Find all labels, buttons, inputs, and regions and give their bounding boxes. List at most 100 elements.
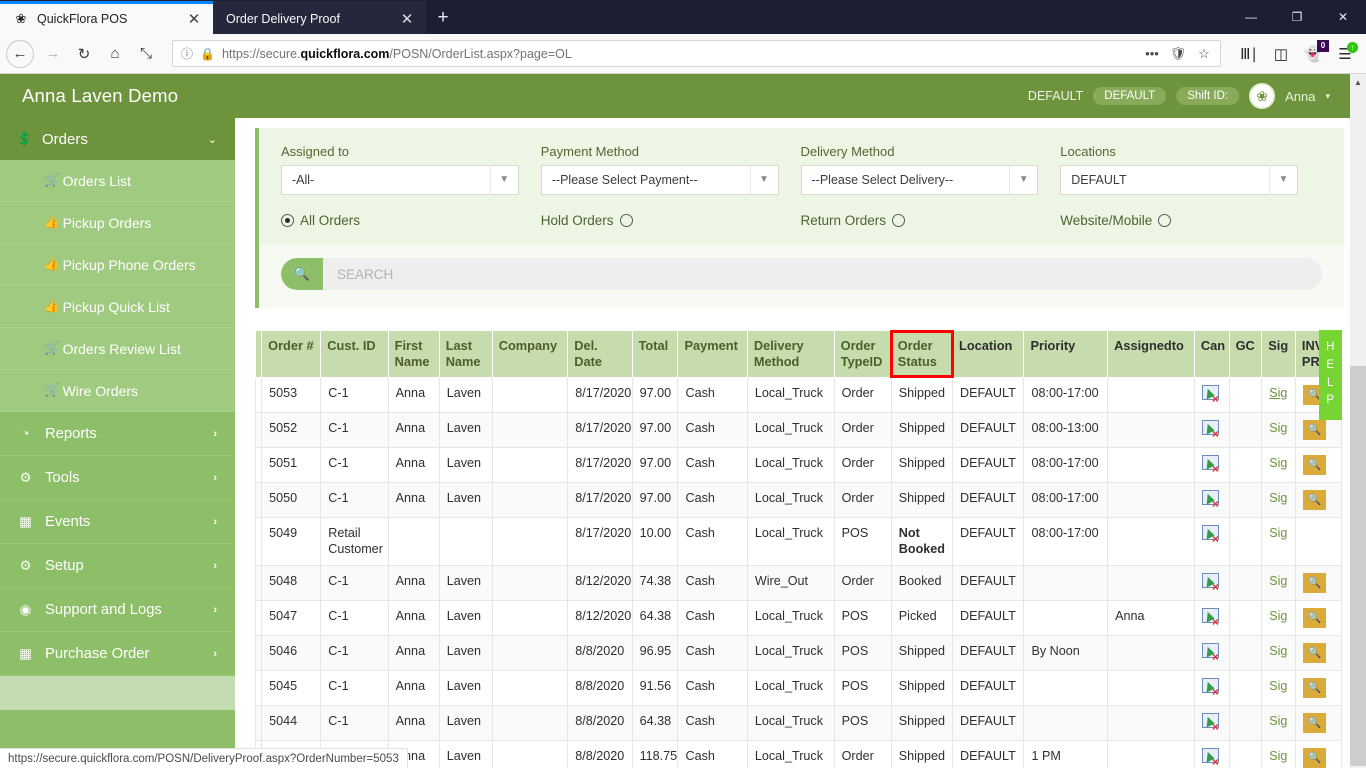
- sidebar-group-orders[interactable]: 💲 Orders ⌄: [0, 118, 235, 160]
- sig-link[interactable]: Sig: [1269, 526, 1287, 540]
- sidebar-item-tools[interactable]: ⚙ Tools ›: [0, 456, 235, 500]
- col-cust-id[interactable]: Cust. ID: [320, 330, 389, 378]
- hamburger-menu-icon[interactable]: ☰ ↑: [1330, 39, 1360, 69]
- broken-image-icon[interactable]: [1201, 607, 1219, 627]
- table-row[interactable]: 5053 C-1 Anna Laven 8/17/2020 97.00 Cash Local_…: [254, 376, 1343, 413]
- radio-indicator[interactable]: [892, 214, 906, 227]
- sidebar-item-orders-list[interactable]: 🛒 Orders List: [0, 160, 235, 202]
- sig-link[interactable]: Sig: [1269, 609, 1287, 623]
- sidebar-item-pickup-orders[interactable]: 👍 Pickup Orders: [0, 202, 235, 244]
- preview-magnifier-icon[interactable]: 🔍: [1302, 747, 1326, 768]
- sidebar-item-events[interactable]: ▦ Events ›: [0, 500, 235, 544]
- default-badge[interactable]: DEFAULT: [1093, 87, 1167, 105]
- sig-link[interactable]: Sig: [1269, 421, 1287, 435]
- home-icon[interactable]: ⌂: [100, 39, 130, 69]
- delivery-method-select[interactable]: --Please Select Delivery-- ▼: [800, 165, 1039, 195]
- col-delivery-method[interactable]: Delivery Method: [746, 330, 835, 378]
- preview-magnifier-icon[interactable]: 🔍: [1302, 572, 1326, 593]
- browser-tab-order-delivery-proof[interactable]: Order Delivery Proof ✕: [213, 1, 426, 34]
- sidebar-icon[interactable]: ◫: [1266, 39, 1296, 69]
- table-row[interactable]: 5046 C-1 Anna Laven 8/8/2020 96.95 Cash Local_T…: [254, 634, 1343, 671]
- sidebar-item-setup[interactable]: ⚙ Setup ›: [0, 544, 235, 588]
- scrollbar-thumb[interactable]: [1350, 366, 1366, 766]
- table-row[interactable]: 5048 C-1 Anna Laven 8/12/2020 74.38 Cash Wire_O…: [254, 564, 1343, 601]
- preview-magnifier-icon[interactable]: 🔍: [1302, 642, 1326, 663]
- table-row[interactable]: 5049 Retail Customer 8/17/2020 10.00 Cash Loc…: [254, 516, 1343, 566]
- table-row[interactable]: 5052 C-1 Anna Laven 8/17/2020 97.00 Cash Local_…: [254, 411, 1343, 448]
- radio-all-orders[interactable]: All Orders: [281, 213, 541, 228]
- col-assignedto[interactable]: Assignedto: [1107, 330, 1195, 378]
- scroll-up-icon[interactable]: ▲: [1350, 74, 1366, 90]
- avatar[interactable]: ❀: [1249, 83, 1276, 109]
- close-window-button[interactable]: ✕: [1320, 0, 1366, 34]
- sidebar-item-support-and-logs[interactable]: ◉ Support and Logs ›: [0, 588, 235, 632]
- library-icon[interactable]: Ⅲ∣: [1234, 39, 1264, 69]
- col-company[interactable]: Company: [491, 330, 569, 378]
- broken-image-icon[interactable]: [1201, 419, 1219, 439]
- close-icon[interactable]: ✕: [185, 10, 203, 28]
- sig-link[interactable]: Sig: [1269, 386, 1287, 400]
- col-gc[interactable]: GC: [1228, 330, 1263, 378]
- table-row[interactable]: 5047 C-1 Anna Laven 8/12/2020 64.38 Cash Local_…: [254, 599, 1343, 636]
- preview-magnifier-icon[interactable]: 🔍: [1302, 712, 1326, 733]
- table-row[interactable]: 5051 C-1 Anna Laven 8/17/2020 97.00 Cash Local_…: [254, 446, 1343, 483]
- sig-link[interactable]: Sig: [1269, 714, 1287, 728]
- sidebar-item-reports[interactable]: ◔ Reports ›: [0, 412, 235, 456]
- url-bar[interactable]: ⓘ 🔒 https://secure.quickflora.com/POSN/O…: [172, 40, 1221, 67]
- locations-select[interactable]: DEFAULT ▼: [1060, 165, 1298, 195]
- sidebar-item-pickup-quick-list[interactable]: 👍 Pickup Quick List: [0, 286, 235, 328]
- chevron-down-icon[interactable]: ▾: [1325, 91, 1330, 102]
- table-row[interactable]: 5044 C-1 Anna Laven 8/8/2020 64.38 Cash Local_T…: [254, 704, 1343, 741]
- col-can[interactable]: Can: [1193, 330, 1230, 378]
- broken-image-icon[interactable]: [1201, 454, 1219, 474]
- table-row[interactable]: 5043C-1AnnaLaven8/8/2020118.75CashLocal_…: [254, 739, 1343, 768]
- col-location[interactable]: Location: [952, 330, 1025, 378]
- col-priority[interactable]: Priority: [1023, 330, 1109, 378]
- help-tab[interactable]: H E L P: [1319, 330, 1342, 421]
- maximize-button[interactable]: ❐: [1274, 0, 1320, 34]
- radio-indicator[interactable]: [281, 214, 294, 227]
- broken-image-icon[interactable]: [1201, 384, 1219, 404]
- fullscreen-icon[interactable]: ⤡: [131, 39, 161, 69]
- preview-magnifier-icon[interactable]: 🔍: [1302, 677, 1326, 698]
- sig-link[interactable]: Sig: [1269, 456, 1287, 470]
- broken-image-icon[interactable]: [1201, 572, 1219, 592]
- radio-hold-orders[interactable]: Hold Orders: [541, 213, 801, 228]
- user-name[interactable]: Anna: [1285, 89, 1315, 104]
- assigned-to-select[interactable]: -All- ▼: [281, 165, 519, 195]
- search-input[interactable]: [323, 258, 1322, 290]
- sig-link[interactable]: Sig: [1269, 749, 1287, 763]
- broken-image-icon[interactable]: [1201, 712, 1219, 732]
- sidebar-item-wire-orders[interactable]: 🛒 Wire Orders: [0, 370, 235, 412]
- back-icon[interactable]: ←: [6, 39, 34, 68]
- radio-website-mobile[interactable]: Website/Mobile: [1060, 213, 1320, 228]
- sidebar-item-orders-review-list[interactable]: 🛒 Orders Review List: [0, 328, 235, 370]
- sig-link[interactable]: Sig: [1269, 574, 1287, 588]
- preview-magnifier-icon[interactable]: 🔍: [1302, 607, 1326, 628]
- search-icon[interactable]: 🔍: [281, 258, 323, 290]
- preview-magnifier-icon[interactable]: 🔍: [1302, 454, 1326, 475]
- shift-id-badge[interactable]: Shift ID:: [1176, 87, 1240, 105]
- radio-indicator[interactable]: [619, 214, 633, 227]
- col-total[interactable]: Total: [631, 330, 679, 378]
- ghost-extension-icon[interactable]: 👻 0: [1298, 39, 1329, 69]
- radio-indicator[interactable]: [1158, 214, 1172, 227]
- col-sig[interactable]: Sig: [1261, 330, 1296, 378]
- page-scrollbar[interactable]: ▲: [1350, 74, 1366, 768]
- minimize-button[interactable]: —: [1228, 0, 1274, 34]
- new-tab-button[interactable]: +: [426, 1, 460, 34]
- preview-magnifier-icon[interactable]: 🔍: [1302, 419, 1326, 440]
- close-icon[interactable]: ✕: [398, 10, 416, 28]
- broken-image-icon[interactable]: [1201, 642, 1219, 662]
- col-order-typeid[interactable]: Order TypeID: [833, 330, 892, 378]
- broken-image-icon[interactable]: [1201, 747, 1219, 767]
- payment-method-select[interactable]: --Please Select Payment-- ▼: [540, 165, 779, 195]
- sig-link[interactable]: Sig: [1269, 491, 1287, 505]
- col-payment[interactable]: Payment: [677, 330, 748, 378]
- broken-image-icon[interactable]: [1201, 677, 1219, 697]
- broken-image-icon[interactable]: [1201, 489, 1219, 509]
- bookmark-star-icon[interactable]: ☆: [1192, 42, 1216, 66]
- browser-tab-quickflora-pos[interactable]: ❀ QuickFlora POS ✕: [0, 1, 213, 34]
- more-icon[interactable]: •••: [1140, 42, 1164, 66]
- col-order-number[interactable]: Order #: [261, 330, 322, 378]
